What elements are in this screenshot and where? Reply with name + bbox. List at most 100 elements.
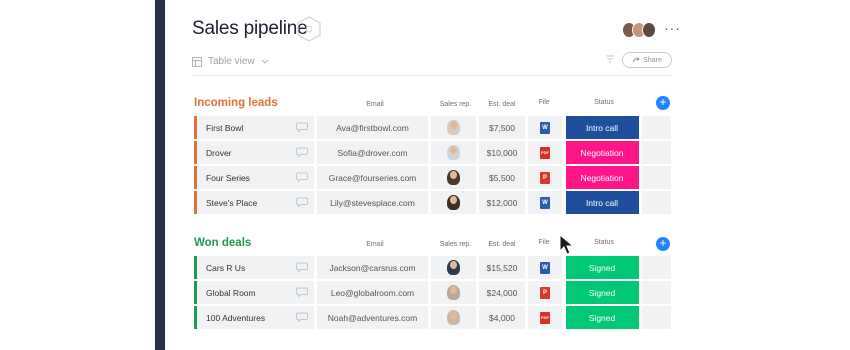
- file-cell[interactable]: W: [528, 116, 562, 139]
- email-cell[interactable]: Leo@globalroom.com: [317, 281, 428, 304]
- sales-rep-cell[interactable]: [431, 191, 476, 214]
- est-deal-cell[interactable]: $4,000: [479, 306, 525, 329]
- status-label[interactable]: Signed: [565, 281, 639, 304]
- empty-cell: [642, 191, 671, 214]
- est-deal-cell[interactable]: $5,500: [479, 166, 525, 189]
- status-label[interactable]: Negotiation: [565, 141, 639, 164]
- column-header-sales-rep[interactable]: Sales rep.: [433, 101, 478, 108]
- chat-bubble-icon[interactable]: [296, 197, 308, 207]
- table-row[interactable]: Cars R Us Jackson@carsrus.com $15,520 W …: [194, 256, 671, 279]
- status-cell[interactable]: Negotiation: [565, 166, 639, 189]
- view-selector[interactable]: Table view: [192, 56, 269, 67]
- column-header-status[interactable]: Status: [567, 239, 641, 246]
- sales-rep-cell[interactable]: [431, 141, 476, 164]
- email-cell[interactable]: Lily@stevesplace.com: [317, 191, 428, 214]
- ppt-icon[interactable]: P: [540, 286, 550, 299]
- status-label[interactable]: Intro call: [565, 116, 639, 139]
- status-cell[interactable]: Signed: [565, 281, 639, 304]
- status-label[interactable]: Intro call: [565, 191, 639, 214]
- mouse-cursor-icon: [559, 234, 575, 255]
- item-name: Drover: [206, 147, 232, 158]
- chat-bubble-icon[interactable]: [296, 147, 308, 157]
- item-name-cell[interactable]: 100 Adventures: [197, 306, 314, 329]
- chat-bubble-icon[interactable]: [296, 122, 308, 132]
- est-deal-cell[interactable]: $15,520: [479, 256, 525, 279]
- column-header-est-deal[interactable]: Est. deal: [479, 101, 525, 108]
- board-info-icon[interactable]: [296, 16, 322, 42]
- status-cell[interactable]: Signed: [565, 306, 639, 329]
- email-cell[interactable]: Grace@fourseries.com: [317, 166, 428, 189]
- column-header-email[interactable]: Email: [360, 241, 390, 248]
- chat-bubble-icon[interactable]: [296, 287, 308, 297]
- status-cell[interactable]: Signed: [565, 256, 639, 279]
- item-name-cell[interactable]: First Bowl: [197, 116, 314, 139]
- item-name: Steve's Place: [206, 197, 258, 208]
- pdf-icon[interactable]: PDF: [540, 311, 550, 324]
- file-cell[interactable]: W: [528, 256, 562, 279]
- group-title-incoming-leads[interactable]: Incoming leads: [194, 97, 278, 109]
- file-cell[interactable]: P: [528, 166, 562, 189]
- chat-bubble-icon[interactable]: [296, 312, 308, 322]
- item-name-cell[interactable]: Four Series: [197, 166, 314, 189]
- group-title-won-deals[interactable]: Won deals: [194, 237, 251, 249]
- file-cell[interactable]: PDF: [528, 141, 562, 164]
- table-row[interactable]: 100 Adventures Noah@adventures.com $4,00…: [194, 306, 671, 329]
- item-name-cell[interactable]: Drover: [197, 141, 314, 164]
- status-cell[interactable]: Intro call: [565, 191, 639, 214]
- table-row[interactable]: Global Room Leo@globalroom.com $24,000 P…: [194, 281, 671, 304]
- est-deal-cell[interactable]: $24,000: [479, 281, 525, 304]
- email-cell[interactable]: Jackson@carsrus.com: [317, 256, 428, 279]
- chat-bubble-icon[interactable]: [296, 262, 308, 272]
- empty-cell: [642, 306, 671, 329]
- column-header-est-deal[interactable]: Est. deal: [479, 241, 525, 248]
- table-row[interactable]: Steve's Place Lily@stevesplace.com $12,0…: [194, 191, 671, 214]
- word-doc-icon[interactable]: W: [540, 121, 550, 134]
- share-button[interactable]: Share: [622, 52, 672, 68]
- item-name-cell[interactable]: Global Room: [197, 281, 314, 304]
- email-cell[interactable]: Ava@firstbowl.com: [317, 116, 428, 139]
- item-name-cell[interactable]: Cars R Us: [197, 256, 314, 279]
- column-header-file[interactable]: File: [534, 99, 554, 106]
- file-cell[interactable]: P: [528, 281, 562, 304]
- email-cell[interactable]: Noah@adventures.com: [317, 306, 428, 329]
- more-options-icon[interactable]: ···: [664, 20, 681, 36]
- avatar: [447, 170, 460, 185]
- item-name-cell[interactable]: Steve's Place: [197, 191, 314, 214]
- pdf-icon[interactable]: PDF: [540, 146, 550, 159]
- empty-cell: [642, 281, 671, 304]
- sales-rep-cell[interactable]: [431, 306, 476, 329]
- board-members-avatars[interactable]: [622, 22, 658, 38]
- est-deal-cell[interactable]: $12,000: [479, 191, 525, 214]
- sales-rep-cell[interactable]: [431, 116, 476, 139]
- empty-cell: [642, 141, 671, 164]
- column-header-file[interactable]: File: [534, 239, 554, 246]
- table-row[interactable]: Four Series Grace@fourseries.com $5,500 …: [194, 166, 671, 189]
- est-deal-cell[interactable]: $7,500: [479, 116, 525, 139]
- word-doc-icon[interactable]: W: [540, 261, 550, 274]
- word-doc-icon[interactable]: W: [540, 196, 550, 209]
- file-cell[interactable]: PDF: [528, 306, 562, 329]
- column-header-status[interactable]: Status: [567, 99, 641, 106]
- status-cell[interactable]: Negotiation: [565, 141, 639, 164]
- table-row[interactable]: First Bowl Ava@firstbowl.com $7,500 W In…: [194, 116, 671, 139]
- sales-rep-cell[interactable]: [431, 256, 476, 279]
- column-header-email[interactable]: Email: [360, 101, 390, 108]
- ppt-icon[interactable]: P: [540, 171, 550, 184]
- status-label[interactable]: Signed: [565, 306, 639, 329]
- sales-rep-cell[interactable]: [431, 281, 476, 304]
- avatar: [447, 195, 460, 210]
- add-column-button[interactable]: +: [656, 237, 670, 251]
- status-label[interactable]: Negotiation: [565, 166, 639, 189]
- table-row[interactable]: Drover Sofia@drover.com $10,000 PDF Nego…: [194, 141, 671, 164]
- item-name: Cars R Us: [206, 262, 246, 273]
- filter-icon[interactable]: [605, 54, 615, 64]
- chat-bubble-icon[interactable]: [296, 172, 308, 182]
- sales-rep-cell[interactable]: [431, 166, 476, 189]
- add-column-button[interactable]: +: [656, 96, 670, 110]
- est-deal-cell[interactable]: $10,000: [479, 141, 525, 164]
- status-label[interactable]: Signed: [565, 256, 639, 279]
- status-cell[interactable]: Intro call: [565, 116, 639, 139]
- email-cell[interactable]: Sofia@drover.com: [317, 141, 428, 164]
- file-cell[interactable]: W: [528, 191, 562, 214]
- column-header-sales-rep[interactable]: Sales rep.: [433, 241, 478, 248]
